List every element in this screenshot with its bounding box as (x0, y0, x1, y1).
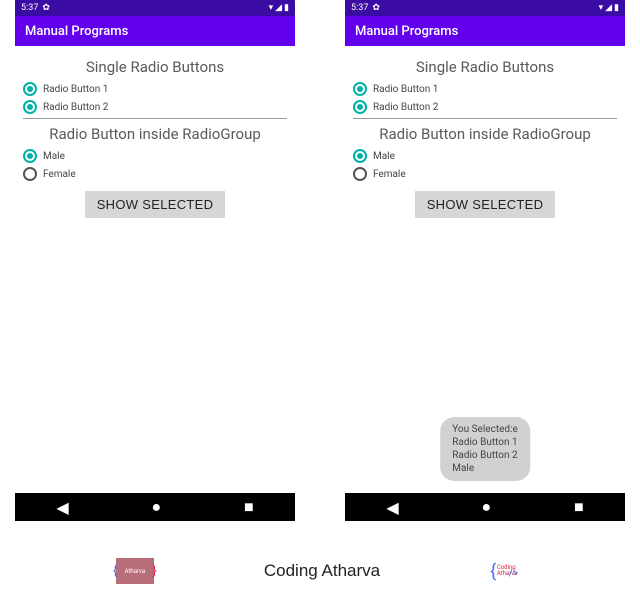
radio-button-2[interactable]: Radio Button 2 (23, 100, 287, 114)
radio-button-1[interactable]: Radio Button 1 (23, 82, 287, 96)
radiogroup-heading: Radio Button inside RadioGroup (353, 125, 617, 143)
status-bar: 5:37 ✿ ▾ ◢ ▮ (15, 0, 295, 16)
status-time: 5:37 (21, 3, 38, 13)
footer-logo-right: { CodingAtharva /> (490, 556, 524, 586)
divider (23, 118, 287, 119)
radio-label: Radio Button 1 (373, 84, 438, 95)
show-selected-button[interactable]: SHOW SELECTED (415, 191, 556, 218)
radio-icon-checked (23, 100, 37, 114)
nav-bar: ◀ ● ■ (345, 493, 625, 521)
footer-logo-left: Atharva (116, 558, 154, 584)
status-bar: 5:37 ✿ ▾ ◢ ▮ (345, 0, 625, 16)
recent-icon[interactable]: ■ (244, 497, 254, 517)
radio-male[interactable]: Male (353, 149, 617, 163)
signal-icon: ◢ (605, 3, 612, 13)
divider (353, 118, 617, 119)
screen-content: Single Radio Buttons Radio Button 1 Radi… (15, 46, 295, 493)
radio-icon-checked (353, 100, 367, 114)
toast-line: Radio Button 1 (452, 436, 518, 449)
radio-male[interactable]: Male (23, 149, 287, 163)
toast-line: Radio Button 2 (452, 449, 518, 462)
recent-icon[interactable]: ■ (574, 497, 584, 517)
radio-icon-checked (353, 82, 367, 96)
show-selected-button[interactable]: SHOW SELECTED (85, 191, 226, 218)
phone-right: 5:37 ✿ ▾ ◢ ▮ Manual Programs Single Radi… (345, 0, 625, 521)
nav-bar: ◀ ● ■ (15, 493, 295, 521)
radio-female[interactable]: Female (23, 167, 287, 181)
radio-label: Radio Button 1 (43, 84, 108, 95)
footer: Atharva Coding Atharva { CodingAtharva /… (0, 541, 640, 601)
toast-line: Male (452, 462, 518, 475)
radio-icon-checked (23, 82, 37, 96)
radio-label: Male (43, 151, 65, 162)
gear-icon: ✿ (372, 3, 380, 13)
single-radio-heading: Single Radio Buttons (23, 58, 287, 76)
radiogroup-heading: Radio Button inside RadioGroup (23, 125, 287, 143)
toast-line: You Selected:e (452, 423, 518, 436)
app-bar: Manual Programs (15, 16, 295, 46)
radio-label: Female (43, 169, 76, 180)
toast: You Selected:e Radio Button 1 Radio Butt… (440, 417, 530, 481)
radio-icon-checked (23, 149, 37, 163)
back-icon[interactable]: ◀ (56, 498, 68, 517)
status-icons: ▾ ◢ ▮ (269, 3, 289, 13)
home-icon[interactable]: ● (151, 497, 161, 517)
footer-brand: Coding Atharva (264, 561, 380, 581)
app-title: Manual Programs (355, 24, 458, 39)
radio-label: Radio Button 2 (43, 102, 108, 113)
radio-icon-unchecked (353, 167, 367, 181)
home-icon[interactable]: ● (481, 497, 491, 517)
signal-icon: ◢ (275, 3, 282, 13)
wifi-icon: ▾ (269, 3, 274, 13)
status-icons: ▾ ◢ ▮ (599, 3, 619, 13)
wifi-icon: ▾ (599, 3, 604, 13)
radio-label: Female (373, 169, 406, 180)
back-icon[interactable]: ◀ (386, 498, 398, 517)
radio-icon-checked (353, 149, 367, 163)
screen-content: Single Radio Buttons Radio Button 1 Radi… (345, 46, 625, 493)
radio-button-1[interactable]: Radio Button 1 (353, 82, 617, 96)
battery-icon: ▮ (284, 3, 289, 13)
status-time: 5:37 (351, 3, 368, 13)
phone-left: 5:37 ✿ ▾ ◢ ▮ Manual Programs Single Radi… (15, 0, 295, 521)
app-title: Manual Programs (25, 24, 128, 39)
radio-label: Radio Button 2 (373, 102, 438, 113)
radio-label: Male (373, 151, 395, 162)
single-radio-heading: Single Radio Buttons (353, 58, 617, 76)
app-bar: Manual Programs (345, 16, 625, 46)
radio-female[interactable]: Female (353, 167, 617, 181)
radio-icon-unchecked (23, 167, 37, 181)
gear-icon: ✿ (42, 3, 50, 13)
radio-button-2[interactable]: Radio Button 2 (353, 100, 617, 114)
battery-icon: ▮ (614, 3, 619, 13)
